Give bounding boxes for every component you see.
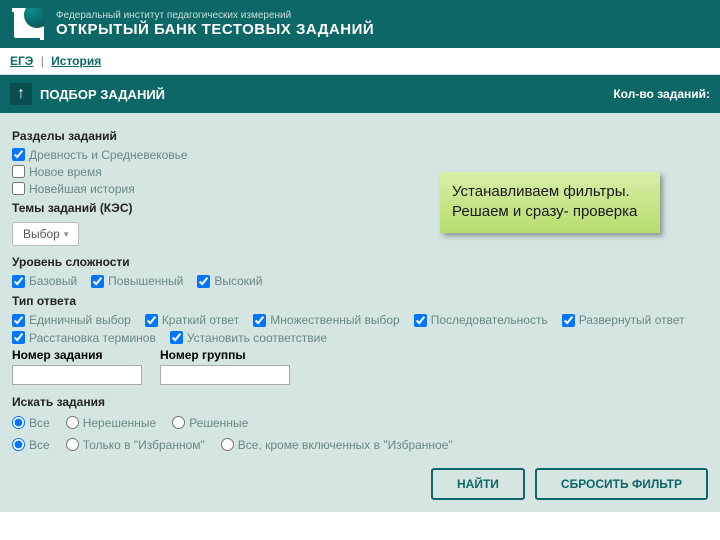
radio-item: Нерешенные — [66, 415, 157, 430]
checkbox-item: Базовый — [12, 273, 77, 288]
checkbox-item: Единичный выбор — [12, 312, 131, 327]
header-subtitle: Федеральный институт педагогических изме… — [56, 10, 374, 21]
breadcrumb-current[interactable]: История — [51, 54, 101, 68]
option-label: Последовательность — [431, 313, 548, 327]
option-label: Повышенный — [108, 274, 183, 288]
option-label: Древность и Средневековье — [29, 148, 188, 162]
checkbox-input[interactable] — [197, 275, 210, 288]
option-label: Новое время — [29, 165, 102, 179]
radio-input[interactable] — [172, 416, 185, 429]
option-label: Решенные — [189, 416, 248, 430]
checkbox-item: Развернутый ответ — [562, 312, 685, 327]
radio-input[interactable] — [12, 438, 25, 451]
task-number-label: Номер задания — [12, 348, 142, 362]
option-label: Только в "Избранном" — [83, 438, 205, 452]
radio-input[interactable] — [66, 416, 79, 429]
difficulty-list: Базовый Повышенный Высокий — [12, 273, 708, 288]
option-label: Развернутый ответ — [579, 313, 685, 327]
checkbox-input[interactable] — [253, 314, 266, 327]
subheader-left: ↑ ПОДБОР ЗАДАНИЙ — [10, 83, 165, 105]
checkbox-input[interactable] — [12, 165, 25, 178]
checkbox-input[interactable] — [12, 275, 25, 288]
option-label: Краткий ответ — [162, 313, 239, 327]
checkbox-item: Множественный выбор — [253, 312, 399, 327]
radio-item: Только в "Избранном" — [66, 437, 205, 452]
option-label: Высокий — [214, 274, 262, 288]
checkbox-item: Последовательность — [414, 312, 548, 327]
checkbox-input[interactable] — [562, 314, 575, 327]
radio-item: Все — [12, 415, 50, 430]
radio-item: Решенные — [172, 415, 248, 430]
option-label: Нерешенные — [83, 416, 157, 430]
checkbox-input[interactable] — [414, 314, 427, 327]
checkbox-input[interactable] — [170, 331, 183, 344]
checkbox-item: Краткий ответ — [145, 312, 239, 327]
checkbox-input[interactable] — [12, 314, 25, 327]
topics-select-button[interactable]: Выбор — [12, 222, 79, 246]
option-label: Установить соответствие — [187, 331, 327, 345]
answer-type-row2: Расстановка терминов Установить соответст… — [12, 330, 708, 345]
radio-item: Все, кроме включенных в "Избранное" — [221, 437, 453, 452]
callout-line1: Устанавливаем фильтры. — [452, 182, 648, 202]
subheader: ↑ ПОДБОР ЗАДАНИЙ Кол-во заданий: — [0, 75, 720, 113]
app-header: Федеральный институт педагогических изме… — [0, 0, 720, 48]
breadcrumb-root[interactable]: ЕГЭ — [10, 54, 33, 68]
answer-type-label: Тип ответа — [12, 294, 708, 308]
radio-input[interactable] — [66, 438, 79, 451]
answer-type-row1: Единичный выбор Краткий ответ Множественны… — [12, 312, 708, 327]
search-fav-row: Все Только в "Избранном" Все, кроме включе… — [12, 435, 708, 454]
annotation-callout: Устанавливаем фильтры. Решаем и сразу- п… — [440, 172, 660, 233]
task-number-group: Номер задания — [12, 348, 142, 385]
option-label: Базовый — [29, 274, 77, 288]
checkbox-item: Высокий — [197, 273, 262, 288]
radio-input[interactable] — [221, 438, 234, 451]
footer-buttons: НАЙТИ СБРОСИТЬ ФИЛЬТР — [12, 468, 708, 500]
checkbox-input[interactable] — [12, 182, 25, 195]
checkbox-item: Древность и Средневековье — [12, 147, 708, 162]
reset-button[interactable]: СБРОСИТЬ ФИЛЬТР — [535, 468, 708, 500]
option-label: Единичный выбор — [29, 313, 131, 327]
sections-label: Разделы заданий — [12, 129, 708, 143]
number-inputs: Номер задания Номер группы — [12, 348, 708, 385]
checkbox-input[interactable] — [145, 314, 158, 327]
search-label: Искать задания — [12, 395, 708, 409]
task-number-input[interactable] — [12, 365, 142, 385]
radio-input[interactable] — [12, 416, 25, 429]
task-count-label: Кол-во заданий: — [613, 87, 710, 101]
breadcrumb-sep: | — [41, 54, 44, 68]
logo-icon — [10, 6, 46, 42]
radio-item: Все — [12, 437, 50, 452]
option-label: Все — [29, 416, 50, 430]
breadcrumb: ЕГЭ | История — [0, 48, 720, 75]
callout-line2: Решаем и сразу- проверка — [452, 202, 648, 222]
option-label: Множественный выбор — [270, 313, 399, 327]
checkbox-input[interactable] — [12, 148, 25, 161]
subheader-title: ПОДБОР ЗАДАНИЙ — [40, 87, 165, 102]
header-title: ОТКРЫТЫЙ БАНК ТЕСТОВЫХ ЗАДАНИЙ — [56, 21, 374, 38]
checkbox-input[interactable] — [12, 331, 25, 344]
difficulty-label: Уровень сложности — [12, 255, 708, 269]
checkbox-item: Установить соответствие — [170, 330, 327, 345]
header-text: Федеральный институт педагогических изме… — [56, 10, 374, 38]
group-number-input[interactable] — [160, 365, 290, 385]
checkbox-input[interactable] — [91, 275, 104, 288]
arrow-up-icon[interactable]: ↑ — [10, 83, 32, 105]
option-label: Все, кроме включенных в "Избранное" — [238, 438, 453, 452]
find-button[interactable]: НАЙТИ — [431, 468, 525, 500]
group-number-group: Номер группы — [160, 348, 290, 385]
checkbox-item: Расстановка терминов — [12, 330, 156, 345]
group-number-label: Номер группы — [160, 348, 290, 362]
search-status-row: Все Нерешенные Решенные — [12, 413, 708, 432]
option-label: Все — [29, 438, 50, 452]
option-label: Новейшая история — [29, 181, 135, 195]
option-label: Расстановка терминов — [29, 331, 156, 345]
checkbox-item: Повышенный — [91, 273, 183, 288]
